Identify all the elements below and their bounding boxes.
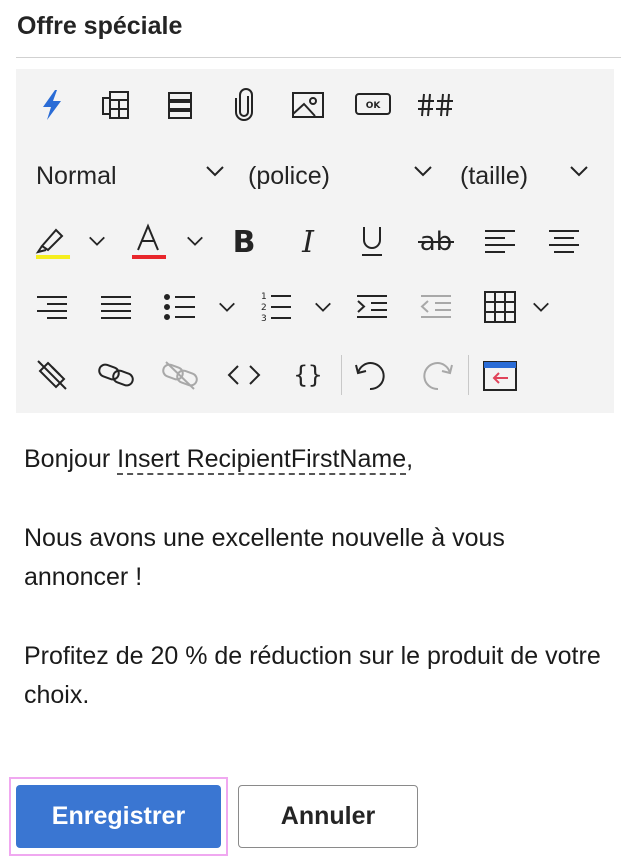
section-icon[interactable] [156,81,204,129]
code-icon[interactable] [220,351,268,399]
bullet-list-icon[interactable] [156,283,204,331]
chevron-down-icon [570,166,588,177]
align-center-icon[interactable] [540,217,588,265]
size-dropdown[interactable]: (taille) [460,156,610,196]
indent-icon[interactable] [348,283,396,331]
chevron-down-icon [533,302,549,312]
align-left-icon[interactable] [476,217,524,265]
image-icon[interactable] [284,81,332,129]
message-body[interactable]: Bonjour Insert RecipientFirstName, Nous … [24,440,614,755]
layout-icon[interactable] [92,81,140,129]
svg-text:1: 1 [261,292,267,302]
svg-text:3: 3 [261,314,267,324]
align-right-icon[interactable] [28,283,76,331]
hashtag-icon[interactable] [412,81,460,129]
editor-toolbar: OK Normal (police) (taille) B I ab 1 2 3… [16,69,614,413]
bullet-list-dropdown[interactable] [208,283,246,331]
undo-icon[interactable] [348,351,396,399]
table-icon[interactable] [476,283,524,331]
button-icon[interactable]: OK [349,81,397,129]
merge-field-recipient-first-name[interactable]: Insert RecipientFirstName [117,445,407,475]
body-paragraph-1: Nous avons une excellente nouvelle à vou… [24,524,505,591]
numbered-list-icon[interactable]: 1 2 3 [252,283,300,331]
highlight-icon[interactable] [28,217,76,265]
chevron-down-icon [89,236,105,246]
unlink-icon[interactable] [156,351,204,399]
font-value: (police) [248,161,330,190]
format-dropdown[interactable]: Normal [36,156,226,196]
body-paragraph-2: Profitez de 20 % de réduction sur le pro… [24,642,601,709]
toolbar-separator [468,355,469,395]
attachment-icon[interactable] [220,81,268,129]
title-divider [16,57,621,58]
save-button[interactable]: Enregistrer [16,785,221,848]
cancel-button[interactable]: Annuler [238,785,418,848]
highlight-dropdown[interactable] [78,217,116,265]
chevron-down-icon [187,236,203,246]
link-icon[interactable] [92,351,140,399]
clear-format-icon[interactable] [28,351,76,399]
greeting-suffix: , [406,445,414,473]
table-dropdown[interactable] [522,283,560,331]
svg-text:I: I [301,226,315,256]
svg-text:2: 2 [261,303,267,313]
numbered-list-dropdown[interactable] [304,283,342,331]
justify-icon[interactable] [92,283,140,331]
chevron-down-icon [414,166,432,177]
italic-icon[interactable]: I [284,217,332,265]
underline-icon[interactable] [348,217,396,265]
chevron-down-icon [219,302,235,312]
insert-form-icon[interactable] [476,351,524,399]
font-color-dropdown[interactable] [176,217,214,265]
font-dropdown[interactable]: (police) [248,156,438,196]
chevron-down-icon [206,166,224,177]
redo-icon[interactable] [412,351,460,399]
outdent-icon[interactable] [412,283,460,331]
strikethrough-icon[interactable]: ab [412,217,460,265]
format-value: Normal [36,161,117,190]
page-title: Offre spéciale [17,12,183,40]
greeting-line: Bonjour Insert RecipientFirstName, [24,440,614,479]
bold-icon[interactable]: B [220,217,268,265]
size-value: (taille) [460,161,529,190]
svg-text:OK: OK [366,101,382,111]
svg-text:{}: {} [294,361,323,389]
svg-text:B: B [233,226,256,256]
braces-icon[interactable]: {} [284,351,332,399]
chevron-down-icon [315,302,331,312]
greeting-prefix: Bonjour [24,445,118,473]
lightning-icon[interactable] [28,81,76,129]
font-color-icon[interactable] [124,217,172,265]
toolbar-separator [341,355,342,395]
